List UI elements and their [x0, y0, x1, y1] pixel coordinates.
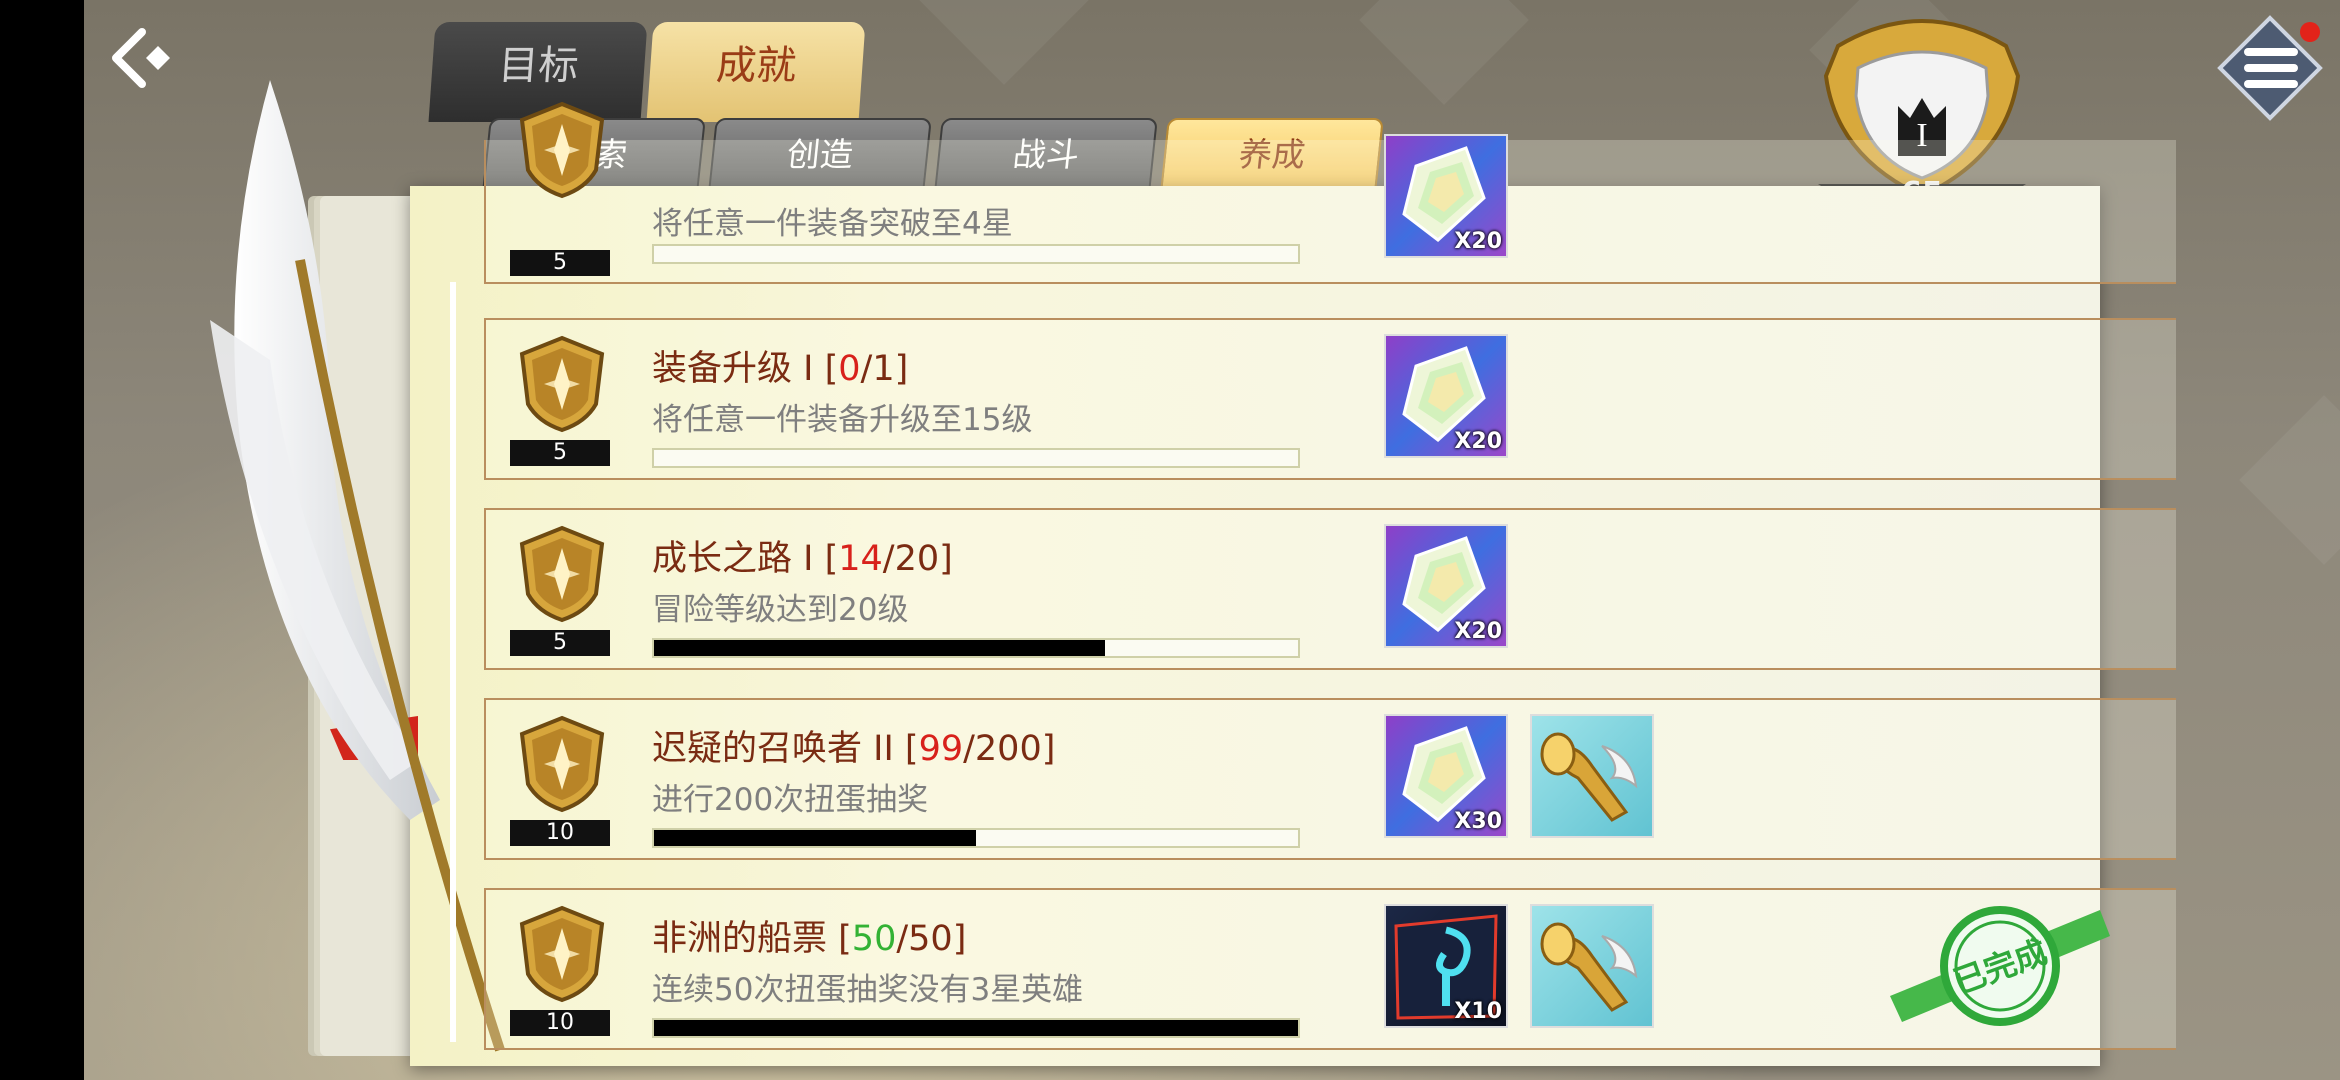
achievement-medal-icon — [516, 100, 608, 200]
achievement-count: 99 — [918, 729, 964, 769]
achievement-count: 14 — [838, 539, 883, 579]
reward-quantity: X10 — [1454, 999, 1502, 1024]
reward-quantity: X30 — [1454, 809, 1502, 834]
achievement-row: 5 成长之路 I [14/20] 冒险等级达到20级 X20 — [484, 508, 2176, 670]
achievement-name: 装备升级 I — [652, 349, 825, 389]
achievement-title: 成长之路 I [14/20] — [652, 539, 953, 579]
progress-bar — [652, 244, 1300, 264]
tab-achievements[interactable]: 成就 — [646, 22, 866, 122]
reward-quantity: X20 — [1454, 429, 1502, 454]
progress-bar — [652, 448, 1300, 468]
achievement-count: 0 — [838, 349, 861, 389]
reward-quantity: X20 — [1454, 229, 1502, 254]
reward-item[interactable]: X20 — [1384, 524, 1508, 648]
golden-horn-icon — [1532, 922, 1652, 1030]
achievement-title: 迟疑的召唤者 II [99/200] — [652, 729, 1056, 769]
progress-bar — [652, 638, 1300, 658]
achievement-points: 5 — [510, 630, 610, 656]
golden-horn-icon — [1532, 732, 1652, 840]
achievement-points: 10 — [510, 820, 610, 846]
scrollbar[interactable] — [450, 282, 456, 1042]
achievement-points: 5 — [510, 250, 610, 276]
achievement-name: 非洲的船票 — [652, 919, 839, 959]
reward-item[interactable]: X30 — [1384, 714, 1508, 838]
progress-fill — [654, 1020, 1298, 1036]
progress-bar — [652, 1018, 1300, 1038]
achievement-description: 进行200次扭蛋抽奖 — [652, 782, 929, 818]
achievement-title: 非洲的船票 [50/50] — [652, 919, 967, 959]
achievement-description: 将任意一件装备升级至15级 — [652, 402, 1033, 438]
achievement-name: 迟疑的召唤者 II — [652, 729, 905, 769]
achievement-title: 装备升级 I [0/1] — [652, 349, 909, 389]
back-button[interactable] — [108, 24, 180, 96]
reward-item[interactable] — [1530, 904, 1654, 1028]
achievement-medal-icon — [516, 714, 608, 814]
achievement-points: 10 — [510, 1010, 610, 1036]
achievement-row: 5 将任意一件装备突破至4星 X20 — [484, 101, 2176, 284]
achievement-total: 200 — [974, 729, 1042, 769]
achievement-row: 10 迟疑的召唤者 II [99/200] 进行200次扭蛋抽奖 X30 — [484, 698, 2176, 860]
achievement-row: 5 装备升级 I [0/1] 将任意一件装备升级至15级 X20 — [484, 318, 2176, 480]
achievement-total: 1 — [872, 349, 895, 389]
reward-item[interactable]: X20 — [1384, 334, 1508, 458]
achievement-medal-icon — [516, 524, 608, 624]
achievement-medal-icon — [516, 334, 608, 434]
reward-item[interactable]: X10 — [1384, 904, 1508, 1028]
achievement-name: 成长之路 I — [652, 539, 825, 579]
achievement-description: 将任意一件装备突破至4星 — [652, 206, 1013, 242]
reward-item[interactable]: X20 — [1384, 134, 1508, 258]
achievement-total: 50 — [908, 919, 953, 959]
progress-fill — [654, 640, 1105, 656]
completed-stamp: 已完成 — [1890, 906, 2110, 1026]
achievement-points: 5 — [510, 440, 610, 466]
progress-fill — [654, 830, 976, 846]
achievement-medal-icon — [516, 904, 608, 1004]
reward-quantity: X20 — [1454, 619, 1502, 644]
reward-item[interactable] — [1530, 714, 1654, 838]
notification-dot — [2300, 22, 2320, 42]
achievement-description: 冒险等级达到20级 — [652, 592, 909, 628]
achievement-description: 连续50次扭蛋抽奖没有3星英雄 — [652, 972, 1084, 1008]
achievement-count: 50 — [851, 919, 897, 959]
achievement-total: 20 — [894, 539, 940, 579]
progress-bar — [652, 828, 1300, 848]
